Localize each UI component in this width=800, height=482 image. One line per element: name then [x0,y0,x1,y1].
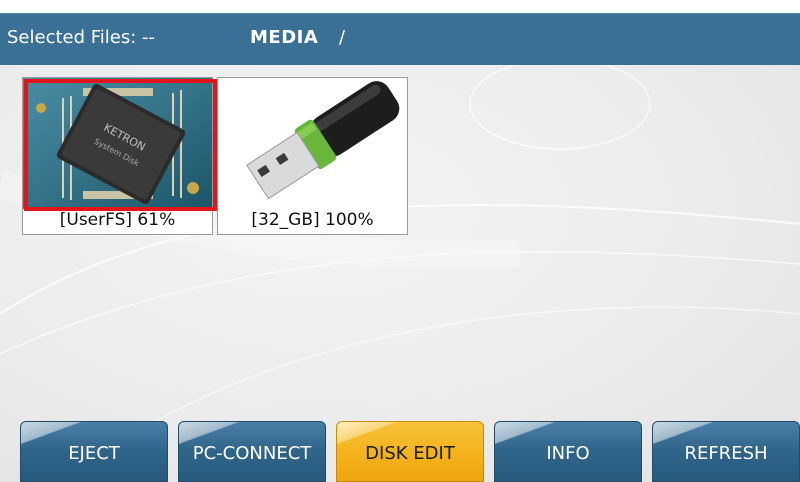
pc-connect-button[interactable]: PC-CONNECT [178,421,326,482]
button-shine [495,422,555,444]
selected-files-label: Selected Files: -- [7,27,156,48]
header-bar: Selected Files: -- MEDIA / [0,13,800,65]
button-label: INFO [546,443,590,464]
refresh-button[interactable]: REFRESH [652,421,800,482]
button-shine [337,422,397,444]
button-label: REFRESH [684,443,768,464]
file-tile-label: [32_GB] 100% [251,210,374,230]
file-tile-userfs[interactable]: KETRON System Disk [UserFS] 61% [22,77,217,235]
file-tile-32gb[interactable]: [32_GB] 100% [217,77,408,235]
button-label: EJECT [68,443,120,464]
file-tile-label: [UserFS] 61% [59,210,176,230]
path-separator: / [339,27,346,48]
button-label: DISK EDIT [365,443,455,464]
usb-drive-icon [218,78,407,209]
button-label: PC-CONNECT [192,443,312,464]
selection-frame [24,79,217,211]
button-shine [179,422,239,444]
screen: Selected Files: -- MEDIA / KETRON System… [0,0,800,482]
path-label[interactable]: MEDIA [250,27,318,48]
button-shine [21,422,81,444]
info-button[interactable]: INFO [494,421,642,482]
disk-edit-button[interactable]: DISK EDIT [336,421,484,482]
button-shine [653,422,713,444]
eject-button[interactable]: EJECT [20,421,168,482]
